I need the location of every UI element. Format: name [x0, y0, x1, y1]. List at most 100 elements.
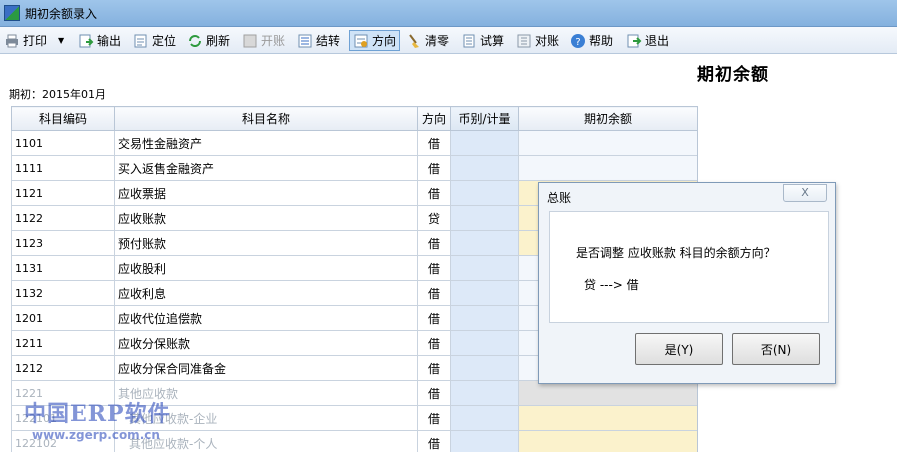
balance-cell[interactable]	[518, 430, 698, 452]
account-name[interactable]: 应收股利	[114, 255, 418, 281]
chevron-down-icon[interactable]: ▼	[58, 36, 64, 45]
account-direction[interactable]: 借	[417, 330, 451, 356]
account-code[interactable]: 1212	[11, 355, 115, 381]
open-account-button[interactable]: 开账	[242, 30, 285, 51]
account-code[interactable]: 1211	[11, 330, 115, 356]
locate-button[interactable]: 定位	[133, 30, 176, 51]
currency-cell[interactable]	[450, 355, 519, 381]
currency-cell[interactable]	[450, 430, 519, 452]
account-name[interactable]: 应收分保合同准备金	[114, 355, 418, 381]
account-name[interactable]: 应收票据	[114, 180, 418, 206]
account-code[interactable]: 1121	[11, 180, 115, 206]
currency-cell[interactable]	[450, 405, 519, 431]
dialog-body: 是否调整 应收账款 科目的余额方向？ 贷 ---> 借	[549, 211, 829, 323]
account-direction[interactable]: 借	[417, 305, 451, 331]
app-icon	[4, 5, 20, 21]
account-code[interactable]: 1123	[11, 230, 115, 256]
watermark: 中国ERP软件 www.zgerp.com.cn	[24, 396, 171, 442]
account-direction[interactable]: 贷	[417, 205, 451, 231]
no-button[interactable]: 否(N)	[732, 333, 820, 365]
account-direction[interactable]: 借	[417, 405, 451, 431]
currency-cell[interactable]	[450, 255, 519, 281]
confirm-dialog: 总账 X 是否调整 应收账款 科目的余额方向？ 贷 ---> 借 是(Y) 否(…	[538, 182, 836, 384]
balance-cell[interactable]	[518, 405, 698, 431]
clear-zero-button[interactable]: 清零	[406, 30, 449, 51]
account-name[interactable]: 应收利息	[114, 280, 418, 306]
broom-icon	[406, 33, 422, 49]
calculator-icon	[461, 33, 477, 49]
carry-forward-icon	[297, 33, 313, 49]
account-name[interactable]: 交易性金融资产	[114, 130, 418, 156]
watermark-url: www.zgerp.com.cn	[32, 428, 160, 442]
reconcile-icon	[516, 33, 532, 49]
window-title: 期初余额录入	[25, 7, 98, 21]
print-button[interactable]: 打印 ▼	[4, 30, 64, 51]
direction-icon	[353, 33, 369, 49]
currency-cell[interactable]	[450, 230, 519, 256]
account-direction[interactable]: 借	[417, 130, 451, 156]
trial-balance-button[interactable]: 试算	[461, 30, 504, 51]
dialog-detail: 贷 ---> 借	[584, 278, 639, 292]
account-code[interactable]: 1132	[11, 280, 115, 306]
watermark-brand: 中国ERP软件	[24, 401, 171, 427]
currency-cell[interactable]	[450, 305, 519, 331]
account-name[interactable]: 应收代位追偿款	[114, 305, 418, 331]
account-code[interactable]: 1122	[11, 205, 115, 231]
page-title: 期初余额	[697, 65, 769, 85]
balance-cell[interactable]	[518, 380, 698, 406]
account-direction[interactable]: 借	[417, 180, 451, 206]
currency-cell[interactable]	[450, 380, 519, 406]
help-button[interactable]: ? 帮助	[570, 30, 613, 51]
balance-cell[interactable]	[518, 155, 698, 181]
exit-button[interactable]: 退出	[626, 30, 669, 51]
account-code[interactable]: 1131	[11, 255, 115, 281]
balance-cell[interactable]	[518, 130, 698, 156]
account-direction[interactable]: 借	[417, 380, 451, 406]
window-titlebar: 期初余额录入	[0, 0, 897, 27]
currency-cell[interactable]	[450, 155, 519, 181]
currency-cell[interactable]	[450, 205, 519, 231]
dialog-message: 是否调整 应收账款 科目的余额方向？	[576, 246, 776, 260]
currency-cell[interactable]	[450, 130, 519, 156]
header-name[interactable]: 科目名称	[114, 106, 418, 131]
table-row[interactable]: 1101 交易性金融资产 借	[11, 130, 698, 156]
header-direction[interactable]: 方向	[417, 106, 451, 131]
account-name[interactable]: 应收账款	[114, 205, 418, 231]
export-icon	[78, 33, 94, 49]
account-direction[interactable]: 借	[417, 155, 451, 181]
toolbar: 打印 ▼ 输出 定位 刷新 开账 结转 方向 清零 试算 对账 ? 帮助 退出	[0, 27, 897, 54]
header-code[interactable]: 科目编码	[11, 106, 115, 131]
close-icon[interactable]: X	[783, 184, 827, 202]
account-name[interactable]: 预付账款	[114, 230, 418, 256]
account-code[interactable]: 1101	[11, 130, 115, 156]
account-direction[interactable]: 借	[417, 255, 451, 281]
account-code[interactable]: 1111	[11, 155, 115, 181]
header-balance[interactable]: 期初余额	[518, 106, 698, 131]
table-row[interactable]: 1111 买入返售金融资产 借	[11, 155, 698, 181]
account-direction[interactable]: 借	[417, 280, 451, 306]
account-direction[interactable]: 借	[417, 430, 451, 452]
period-label: 期初：2015年01月	[9, 88, 106, 101]
refresh-button[interactable]: 刷新	[187, 30, 230, 51]
svg-text:?: ?	[575, 37, 580, 48]
currency-cell[interactable]	[450, 330, 519, 356]
account-direction[interactable]: 借	[417, 355, 451, 381]
help-icon: ?	[570, 33, 586, 49]
account-direction[interactable]: 借	[417, 230, 451, 256]
account-name[interactable]: 应收分保账款	[114, 330, 418, 356]
locate-icon	[133, 33, 149, 49]
yes-button[interactable]: 是(Y)	[635, 333, 723, 365]
exit-icon	[626, 33, 642, 49]
header-currency[interactable]: 币别/计量	[450, 106, 519, 131]
currency-cell[interactable]	[450, 280, 519, 306]
account-code[interactable]: 1201	[11, 305, 115, 331]
direction-button[interactable]: 方向	[349, 30, 401, 51]
account-name[interactable]: 买入返售金融资产	[114, 155, 418, 181]
open-account-icon	[242, 33, 258, 49]
export-button[interactable]: 输出	[78, 30, 121, 51]
refresh-icon	[187, 33, 203, 49]
printer-icon	[4, 33, 20, 49]
reconcile-button[interactable]: 对账	[516, 30, 559, 51]
currency-cell[interactable]	[450, 180, 519, 206]
carry-forward-button[interactable]: 结转	[297, 30, 340, 51]
